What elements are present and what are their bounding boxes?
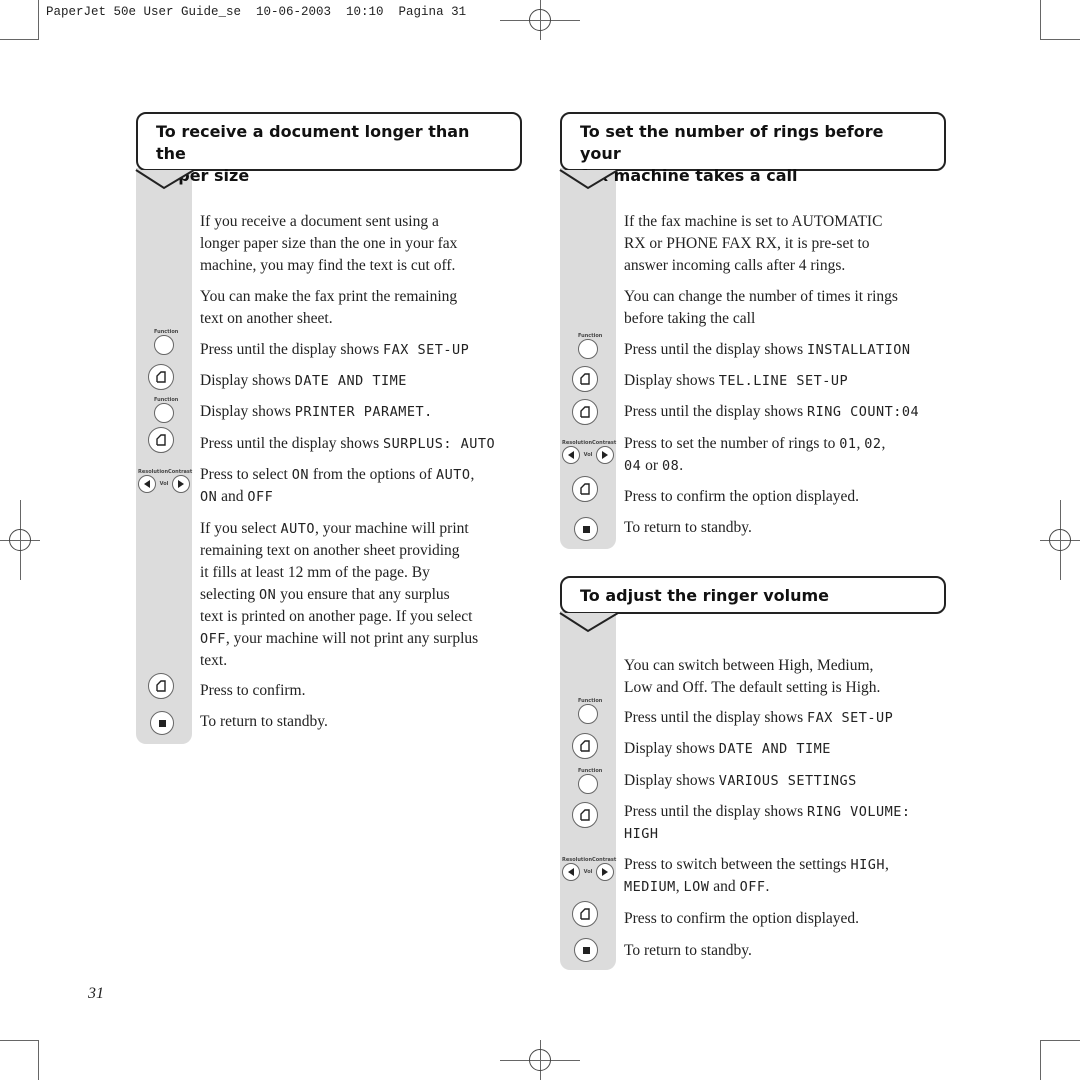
note-text: If you select AUTO, your machine will pr… [200,520,479,669]
crop-mark-br-h [1040,1040,1080,1041]
step-text: To return to standby. [200,713,328,730]
step-text: Display shows VARIOUS SETTINGS [624,772,857,789]
page-number: 31 [88,985,104,1002]
crop-mark-bl-h [0,1040,39,1041]
step-text: Display shows DATE AND TIME [624,740,831,757]
step-text: Press until the display shows RING COUNT… [624,403,920,420]
function-button-icon: Function [578,333,602,359]
section-heading: To receive a document longer than the pa… [136,112,522,185]
heading-pointer [559,169,619,190]
left-arrow-icon [138,475,156,493]
crop-mark-tr-h [1040,39,1080,40]
arrow-buttons-icon: Resolution Contrast Vol [560,440,616,464]
ok-button-icon [572,802,598,828]
print-slug: PaperJet 50e User Guide_se 10-06-2003 10… [46,5,467,19]
step-text: Press to set the number of rings to 01, … [624,435,886,474]
crop-mark-tr-v [1040,0,1041,40]
step-text: Press until the display shows FAX SET-UP [624,709,894,726]
right-arrow-icon [596,863,614,881]
arrow-buttons-icon: Resolution Contrast Vol [136,469,192,493]
ok-button-icon [148,364,174,390]
crop-mark-br-v [1040,1040,1041,1080]
crop-mark-tl-v [38,0,39,40]
step-text: Press until the display shows FAX SET-UP [200,341,470,358]
stop-button-icon [150,711,174,735]
step-text: Press to confirm the option displayed. [624,910,860,927]
ok-button-icon [572,399,598,425]
function-button-icon: Function [154,329,178,355]
function-button-icon: Function [154,397,178,423]
ok-button-icon [148,427,174,453]
function-button-icon: Function [578,768,602,794]
step-text: Press to confirm the option displayed. [624,488,860,505]
step-text: Press to switch between the settings HIG… [624,856,889,895]
step-text: Press until the display shows RING VOLUM… [624,803,911,842]
ok-button-icon [572,366,598,392]
button-strip [136,168,192,744]
step-text: To return to standby. [624,519,752,536]
function-button-icon: Function [578,698,602,724]
stop-button-icon [574,517,598,541]
arrow-buttons-icon: Resolution Contrast Vol [560,857,616,881]
right-arrow-icon [172,475,190,493]
heading-pointer [135,169,195,190]
ok-button-icon [572,733,598,759]
left-arrow-icon [562,863,580,881]
crop-mark-tl-h [0,39,39,40]
step-text: Press to select ON from the options of A… [200,466,475,505]
step-text: Press to confirm. [200,682,306,699]
heading-pointer [559,612,619,633]
left-arrow-icon [562,446,580,464]
step-text: Display shows TEL.LINE SET-UP [624,372,849,389]
step-text: Press until the display shows SURPLUS: A… [200,435,496,452]
ok-button-icon [148,673,174,699]
ok-button-icon [572,476,598,502]
step-text: Display shows PRINTER PARAMET. [200,403,433,420]
ok-button-icon [572,901,598,927]
step-text: To return to standby. [624,942,752,959]
section-heading: To set the number of rings before your f… [560,112,946,185]
step-text: Display shows DATE AND TIME [200,372,407,389]
stop-button-icon [574,938,598,962]
right-arrow-icon [596,446,614,464]
step-text: Press until the display shows INSTALLATI… [624,341,911,358]
section-heading: To adjust the ringer volume [560,576,946,614]
crop-mark-bl-v [38,1040,39,1080]
